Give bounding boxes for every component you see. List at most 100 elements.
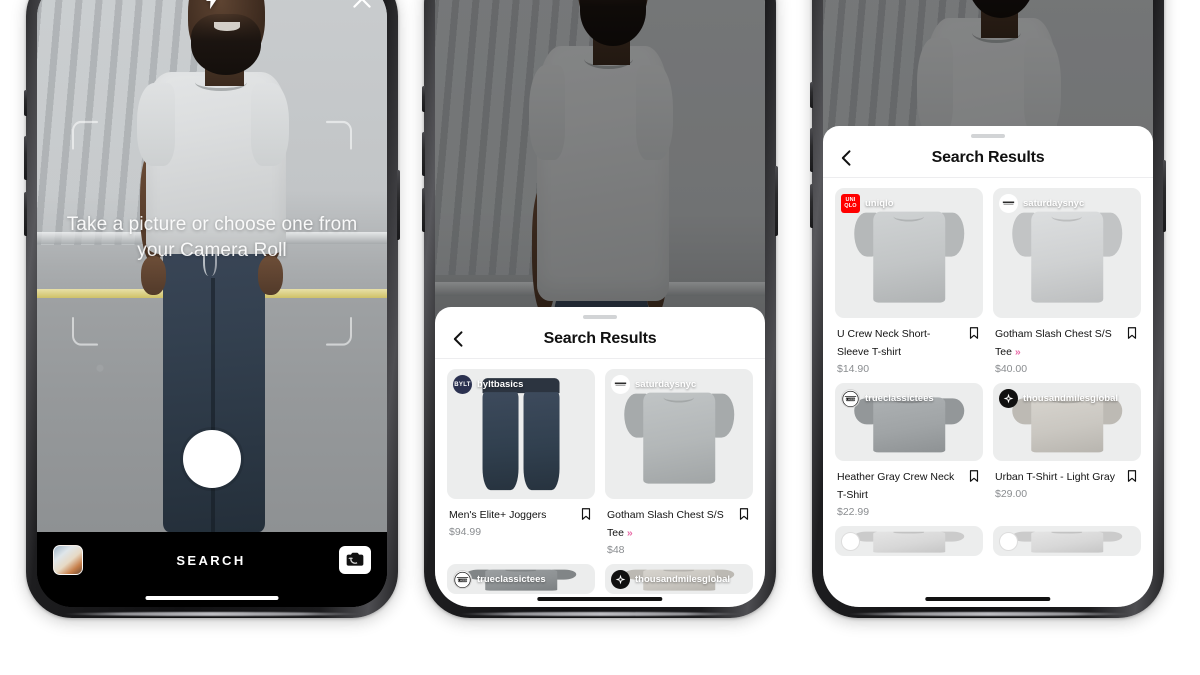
product-title: Gotham Slash Chest S/S Tee »	[607, 509, 724, 540]
brand-row[interactable]: thousandmilesglobal	[999, 389, 1119, 409]
volume-down-button[interactable]	[422, 188, 425, 232]
chevron-emoji: »	[626, 527, 633, 540]
product-meta: Men's Elite+ Joggers $94.99	[447, 499, 595, 538]
brand-name: uniqlo	[865, 198, 894, 210]
product-title: Urban T-Shirt - Light Gray	[995, 471, 1116, 484]
power-button[interactable]	[1163, 160, 1166, 232]
bookmark-icon[interactable]	[737, 506, 751, 522]
brand-name: thousandmilesglobal	[1023, 393, 1119, 405]
brand-name: saturdaysnyc	[635, 379, 697, 391]
product-card[interactable]: thousandmilesglobal	[605, 564, 753, 595]
product-thumbnail[interactable]: BYLT byltbasics	[447, 369, 595, 500]
trueclassictees-logo: CLASSIC	[453, 570, 472, 590]
product-card[interactable]: saturdaysnyc Gotham Slash Chest S/S Tee …	[605, 369, 753, 556]
sheet-title: Search Results	[543, 329, 657, 347]
brand-row[interactable]	[999, 532, 1023, 552]
bookmark-icon[interactable]	[579, 506, 593, 522]
home-indicator	[925, 597, 1051, 601]
product-title: U Crew Neck Short-Sleeve T-shirt	[837, 328, 931, 359]
brand-row[interactable]: CLASSIC trueclassictees	[453, 570, 546, 590]
saturdaysnyc-logo	[999, 194, 1018, 214]
brand-name: thousandmilesglobal	[635, 574, 731, 586]
camera-flip-icon[interactable]	[338, 546, 371, 575]
product-thumbnail[interactable]: CLASSIC trueclassictees	[447, 564, 595, 595]
search-results-sheet: Search Results UNI QLO uniqlo U Crew Neck…	[823, 126, 1153, 607]
product-thumbnail[interactable]: thousandmilesglobal	[993, 383, 1141, 462]
bookmark-icon[interactable]	[1125, 325, 1139, 341]
mute-switch[interactable]	[810, 82, 813, 108]
product-title: Gotham Slash Chest S/S Tee »	[995, 328, 1112, 359]
product-thumbnail[interactable]: CLASSIC trueclassictees	[835, 383, 983, 462]
product-card[interactable]: CLASSIC trueclassictees	[447, 564, 595, 595]
brand-name: saturdaysnyc	[1023, 198, 1085, 210]
shutter-button[interactable]	[183, 429, 241, 488]
phone-mockup-camera: Take a picture or choose one from your C…	[24, 0, 400, 618]
brand-row[interactable]: CLASSIC trueclassictees	[841, 389, 934, 409]
camera-mode-label: SEARCH	[176, 552, 246, 568]
close-icon[interactable]	[725, 0, 751, 1]
brand-name: trueclassictees	[477, 574, 546, 586]
brand-row[interactable]: UNI QLO uniqlo	[841, 194, 894, 214]
product-card[interactable]: saturdaysnyc Gotham Slash Chest S/S Tee …	[993, 188, 1141, 375]
product-meta: U Crew Neck Short-Sleeve T-shirt $14.90	[835, 318, 983, 375]
saturdaysnyc-logo	[611, 375, 630, 395]
results-screen-full: Search Results UNI QLO uniqlo U Crew Neck…	[823, 0, 1153, 607]
product-card[interactable]: BYLT byltbasics Men's Elite+ Joggers $94…	[447, 369, 595, 556]
mute-switch[interactable]	[24, 90, 27, 116]
product-title: Heather Gray Crew Neck T-Shirt	[837, 471, 955, 502]
results-grid: BYLT byltbasics Men's Elite+ Joggers $94…	[435, 359, 765, 607]
flash-icon[interactable]	[201, 0, 223, 13]
volume-up-button[interactable]	[24, 136, 27, 180]
power-button[interactable]	[397, 170, 400, 240]
volume-up-button[interactable]	[810, 128, 813, 172]
volume-up-button[interactable]	[422, 132, 425, 176]
bookmark-icon[interactable]	[967, 468, 981, 484]
product-card[interactable]: CLASSIC trueclassictees Heather Gray Cre…	[835, 383, 983, 518]
trueclassictees-logo: CLASSIC	[841, 389, 860, 409]
bookmark-icon[interactable]	[1125, 468, 1139, 484]
camera-roll-thumbnail[interactable]	[53, 545, 83, 576]
product-price: $48	[607, 544, 625, 557]
brand-name: trueclassictees	[865, 393, 934, 405]
product-thumbnail[interactable]: saturdaysnyc	[605, 369, 753, 500]
brand-row[interactable]	[841, 532, 865, 552]
volume-down-button[interactable]	[810, 184, 813, 228]
product-meta: Gotham Slash Chest S/S Tee » $40.00	[993, 318, 1141, 375]
product-card[interactable]: thousandmilesglobal Urban T-Shirt - Ligh…	[993, 383, 1141, 518]
bookmark-icon[interactable]	[967, 325, 981, 341]
product-card[interactable]	[835, 526, 983, 557]
thousandmilesglobal-logo	[611, 570, 630, 590]
product-meta: Urban T-Shirt - Light Gray $29.00	[993, 461, 1141, 500]
results-screen-half: Search Results BYLT byltbasics Men's Eli…	[435, 0, 765, 607]
brand-logo	[999, 532, 1018, 552]
brand-name: byltbasics	[477, 379, 524, 391]
results-grid: UNI QLO uniqlo U Crew Neck Short-Sleeve T…	[823, 178, 1153, 607]
power-button[interactable]	[775, 166, 778, 236]
phone-mockup-results-half: Search Results BYLT byltbasics Men's Eli…	[422, 0, 778, 618]
product-card[interactable]: UNI QLO uniqlo U Crew Neck Short-Sleeve T…	[835, 188, 983, 375]
product-thumbnail[interactable]	[993, 526, 1141, 557]
thousandmilesglobal-logo	[999, 389, 1018, 409]
product-card[interactable]	[993, 526, 1141, 557]
close-icon[interactable]	[349, 0, 375, 12]
back-chevron-icon[interactable]	[449, 329, 469, 349]
chevron-emoji: »	[1014, 346, 1021, 359]
sheet-header: Search Results	[435, 319, 765, 360]
brand-row[interactable]: BYLT byltbasics	[453, 375, 524, 395]
brand-row[interactable]: saturdaysnyc	[999, 194, 1085, 214]
back-chevron-icon[interactable]	[837, 148, 857, 168]
product-thumbnail[interactable]	[835, 526, 983, 557]
brand-row[interactable]: saturdaysnyc	[611, 375, 697, 395]
product-price: $22.99	[837, 506, 870, 519]
phone-mockup-results-full: Search Results UNI QLO uniqlo U Crew Neck…	[810, 0, 1166, 618]
product-meta: Heather Gray Crew Neck T-Shirt $22.99	[835, 461, 983, 518]
mute-switch[interactable]	[422, 86, 425, 112]
product-title: Men's Elite+ Joggers	[449, 509, 547, 522]
brand-logo	[841, 532, 860, 552]
brand-row[interactable]: thousandmilesglobal	[611, 570, 731, 590]
volume-down-button[interactable]	[24, 192, 27, 236]
product-thumbnail[interactable]: saturdaysnyc	[993, 188, 1141, 319]
product-thumbnail[interactable]: thousandmilesglobal	[605, 564, 753, 595]
product-thumbnail[interactable]: UNI QLO uniqlo	[835, 188, 983, 319]
camera-hint-text: Take a picture or choose one from your C…	[66, 214, 358, 261]
